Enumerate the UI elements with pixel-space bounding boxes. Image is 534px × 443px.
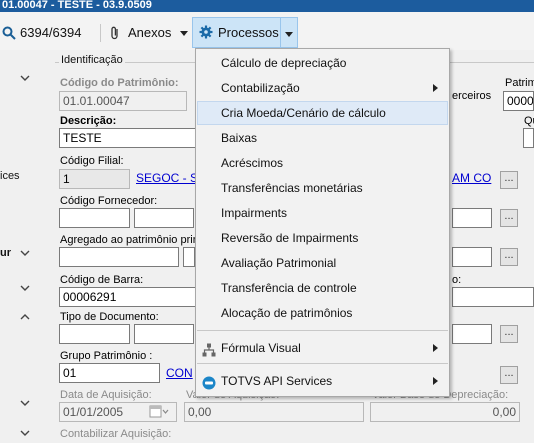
menu-item-calculo-depreciacao[interactable]: Cálculo de depreciação [197,51,448,75]
chevron-down-icon[interactable] [20,428,30,438]
search-icon[interactable] [2,26,16,40]
grupo-link[interactable]: CON [166,366,193,380]
menu-item-label: Contabilização [221,81,300,95]
agregado-label: Agregado ao patrimônio princ [60,234,205,246]
codigo-patrimonio-field: 01.01.00047 [59,91,187,111]
menu-item-transferencia-controle[interactable]: Transferência de controle [197,276,448,300]
menu-item-label: Cria Moeda/Cenário de cálculo [221,106,386,120]
sitemap-icon [202,341,216,357]
gear-icon [199,25,213,39]
fornecedor-name-field[interactable] [134,208,194,228]
codigo-barra-label: Código de Barra: [60,274,144,286]
fornecedor-lookup-button[interactable]: ... [500,209,518,227]
fornecedor-name-field-end[interactable] [452,208,492,228]
tipo-documento-name-field[interactable] [134,324,194,344]
menu-item-label: Transferência de controle [221,281,357,295]
data-aquisicao-label: Data de Aquisição: [60,389,152,401]
submenu-arrow-icon [433,344,438,352]
left-navigation: ices ur [0,50,50,443]
tipo-documento-lookup-button[interactable]: ... [500,325,518,343]
record-counter: 6394/6394 [20,25,82,40]
filial-link[interactable]: SEGOC - S [136,171,198,185]
menu-item-cria-moeda[interactable]: Cria Moeda/Cenário de cálculo [197,101,448,125]
grupo-lookup-button[interactable]: ... [500,366,518,384]
chevron-down-icon[interactable] [20,398,30,408]
codigo-fornecedor-label: Código Fornecedor: [60,195,158,207]
tipo-documento-label: Tipo de Documento: [60,311,159,323]
processos-split [280,17,281,48]
codigo-filial-field: 1 [59,169,130,189]
menu-item-formula-visual[interactable]: Fórmula Visual [197,336,448,360]
menu-item-impairments[interactable]: Impairments [197,201,448,225]
terceiros-label: erceiros [452,90,492,102]
processos-menu: Cálculo de depreciação Contabilização Cr… [195,48,450,397]
menu-separator [197,330,448,331]
calendar-icon[interactable] [149,405,169,419]
processos-label: Processos [218,25,279,40]
group-label: Identificação [59,54,125,66]
qu-field[interactable] [523,128,534,148]
filial-link-end[interactable]: AM CO [452,171,491,185]
patrim-field[interactable]: 00006 [503,91,534,111]
submenu-arrow-icon [433,377,438,385]
chevron-down-icon[interactable] [180,31,188,36]
codigo-barra-field[interactable]: 00006291 [59,287,199,307]
agregado-field[interactable] [59,247,179,267]
menu-item-label: Transferências monetárias [221,181,363,195]
processos-dropdown-icon[interactable] [285,32,293,37]
menu-item-contabilizacao[interactable]: Contabilização [197,76,448,100]
tipo-documento-name-field-end[interactable] [452,324,492,344]
submenu-arrow-icon [433,84,438,92]
codigo-fornecedor-field[interactable] [59,208,130,228]
agregado-name-field[interactable] [183,247,195,267]
menu-item-label: Impairments [221,206,288,220]
anexos-button[interactable]: Anexos [106,22,190,44]
nav-item-label[interactable]: ices [0,170,20,182]
qu-label: Qu [524,115,534,127]
valor-aquisicao-field: 0,00 [184,402,364,422]
menu-item-label: TOTVS API Services [221,374,333,388]
grupo-patrimonio-label: Grupo Patrimônio : [60,350,153,362]
nav-item-label[interactable]: ur [0,247,11,259]
patrim-label: Patrim [505,77,534,89]
menu-item-label: Acréscimos [221,156,284,170]
menu-item-avaliacao-patrimonial[interactable]: Avaliação Patrimonial [197,251,448,275]
toolbar: 6394/6394 Anexos Processos [0,12,534,50]
menu-item-label: Reversão de Impairments [221,231,359,245]
menu-item-alocacao-patrimonios[interactable]: Alocação de patrimônios [197,301,448,325]
menu-item-baixas[interactable]: Baixas [197,126,448,150]
descricao-field[interactable]: TESTE [59,128,199,148]
menu-item-label: Alocação de patrimônios [221,306,353,320]
window-title: 01.00047 - TESTE - 03.9.0509 [0,0,534,12]
menu-item-label: Fórmula Visual [221,341,301,355]
menu-item-transferencias-monetarias[interactable]: Transferências monetárias [197,176,448,200]
agregado-name-field-end[interactable] [452,247,492,267]
grupo-patrimonio-field[interactable]: 01 [59,363,160,383]
o-label: o: [452,274,462,286]
menu-item-totvs-api-services[interactable]: TOTVS API Services [197,369,448,393]
menu-item-label: Cálculo de depreciação [221,56,347,70]
api-icon [202,374,216,390]
chevron-down-icon[interactable] [20,73,30,83]
contabilizar-aquisicao-label: Contabilizar Aquisição: [60,428,172,440]
menu-item-reversao-impairments[interactable]: Reversão de Impairments [197,226,448,250]
agregado-lookup-button[interactable]: ... [500,248,518,266]
codigo-filial-label: Código Filial: [60,155,124,167]
chevron-down-icon[interactable] [20,248,30,258]
codigo-patrimonio-label: Código do Patrimônio: [60,77,179,89]
menu-item-acrescimos[interactable]: Acréscimos [197,151,448,175]
chevron-up-icon[interactable] [20,312,30,322]
menu-item-label: Baixas [221,131,258,145]
anexos-label: Anexos [128,25,172,40]
chevron-down-icon[interactable] [20,283,30,293]
o-field[interactable] [452,287,534,307]
tipo-documento-field[interactable] [59,324,130,344]
valor-base-field: 0,00 [370,402,520,422]
toolbar-separator [100,24,101,42]
menu-separator [197,363,448,364]
paperclip-icon [110,26,120,40]
filial-lookup-button[interactable]: ... [500,171,518,189]
menu-item-label: Avaliação Patrimonial [221,256,337,270]
descricao-label: Descrição: [60,115,117,127]
